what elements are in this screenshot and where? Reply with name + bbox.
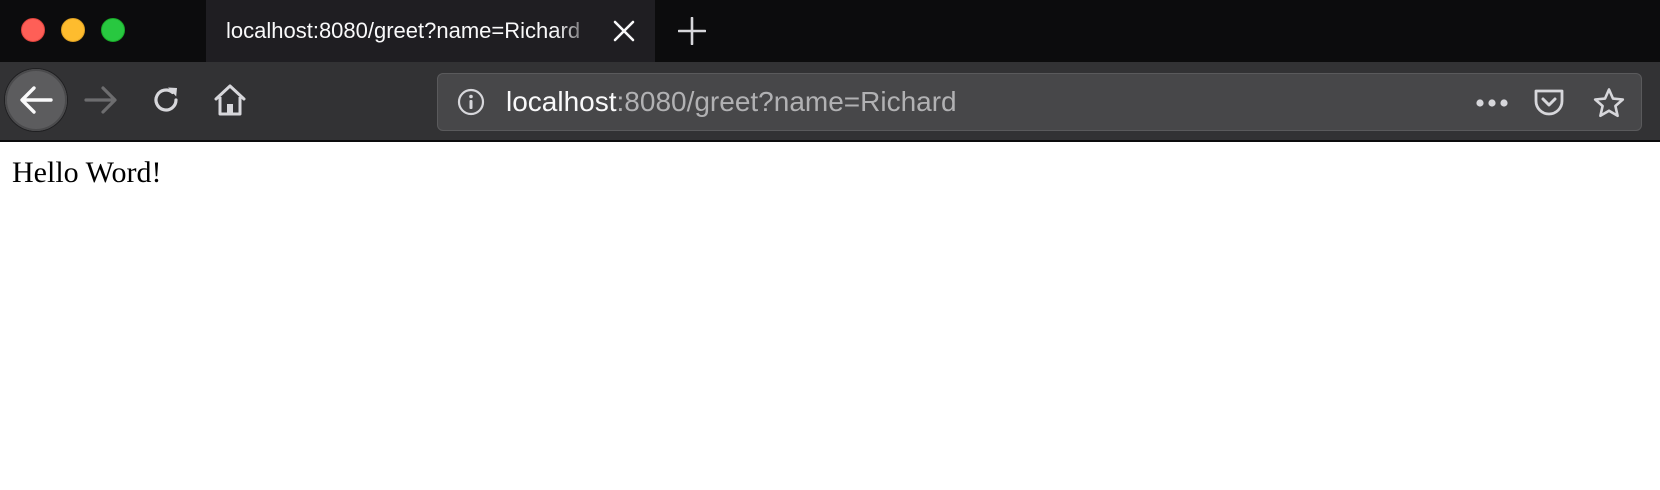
page-text: Hello Word! <box>12 156 162 189</box>
arrow-left-icon <box>20 86 53 114</box>
url-bar[interactable]: localhost:8080/greet?name=Richard <box>437 73 1642 131</box>
window-minimize-button[interactable] <box>61 18 85 42</box>
navigation-toolbar: localhost:8080/greet?name=Richard <box>0 62 1660 142</box>
tab-title: localhost:8080/greet?name=Richard <box>226 18 581 43</box>
url-input[interactable]: localhost:8080/greet?name=Richard <box>506 86 957 118</box>
home-button[interactable] <box>207 77 253 123</box>
bookmark-button[interactable] <box>1590 84 1628 122</box>
pocket-icon <box>1534 89 1564 116</box>
tab-active[interactable]: localhost:8080/greet?name=Richard <box>206 0 655 62</box>
star-icon <box>1593 88 1625 118</box>
window-close-button[interactable] <box>21 18 45 42</box>
page-actions-button[interactable] <box>1475 86 1509 120</box>
close-tab-button[interactable] <box>609 16 639 46</box>
page-content: Hello Word! <box>0 142 1660 490</box>
url-path: :8080/greet?name=Richard <box>616 86 957 117</box>
reload-button[interactable] <box>143 77 189 123</box>
plus-icon <box>678 17 706 45</box>
back-button[interactable] <box>5 69 67 131</box>
browser-window: localhost:8080/greet?name=Richard localh… <box>0 0 1660 490</box>
arrow-right-icon <box>84 86 117 114</box>
forward-button[interactable] <box>78 77 124 123</box>
url-host: localhost <box>506 86 617 117</box>
site-info-button[interactable] <box>456 87 486 117</box>
window-maximize-button[interactable] <box>101 18 125 42</box>
info-icon <box>457 88 485 116</box>
tab-strip: localhost:8080/greet?name=Richard <box>0 0 1660 62</box>
pocket-button[interactable] <box>1530 84 1568 122</box>
new-tab-button[interactable] <box>672 11 712 51</box>
home-icon <box>214 84 246 116</box>
reload-icon <box>154 87 178 112</box>
ellipsis-icon <box>1476 99 1508 107</box>
close-icon <box>613 20 635 42</box>
